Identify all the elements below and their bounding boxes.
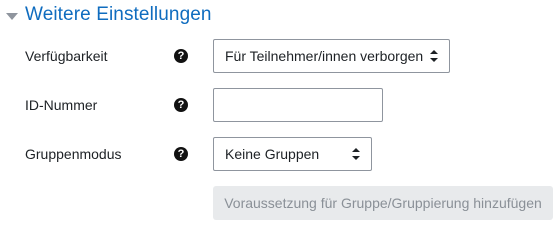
group-mode-select-value: Keine Gruppen [225, 146, 320, 162]
question-circle-icon[interactable]: ? [174, 147, 188, 161]
group-mode-row: Gruppenmodus ? Keine Gruppen [0, 137, 559, 171]
updown-arrows-icon [430, 50, 438, 62]
availability-row: Verfügbarkeit ? Für Teilnehmer/innen ver… [0, 39, 559, 73]
availability-select-value: Für Teilnehmer/innen verborgen [225, 48, 424, 64]
question-circle-icon[interactable]: ? [174, 49, 188, 63]
id-number-input[interactable] [213, 88, 383, 122]
updown-arrows-icon [352, 148, 360, 160]
availability-label: Verfügbarkeit [25, 48, 108, 64]
id-number-label: ID-Nummer [25, 97, 98, 113]
availability-select[interactable]: Für Teilnehmer/innen verborgen [213, 39, 450, 73]
group-mode-label: Gruppenmodus [25, 146, 122, 162]
group-mode-select[interactable]: Keine Gruppen [213, 137, 372, 171]
question-circle-icon[interactable]: ? [174, 98, 188, 112]
caret-down-icon [6, 12, 18, 20]
section-title: Weitere Einstellungen [25, 4, 212, 25]
section-toggle[interactable]: Weitere Einstellungen [6, 4, 212, 26]
add-group-restriction-button[interactable]: Voraussetzung für Gruppe/Gruppierung hin… [213, 186, 553, 220]
id-number-row: ID-Nummer ? [0, 88, 559, 122]
